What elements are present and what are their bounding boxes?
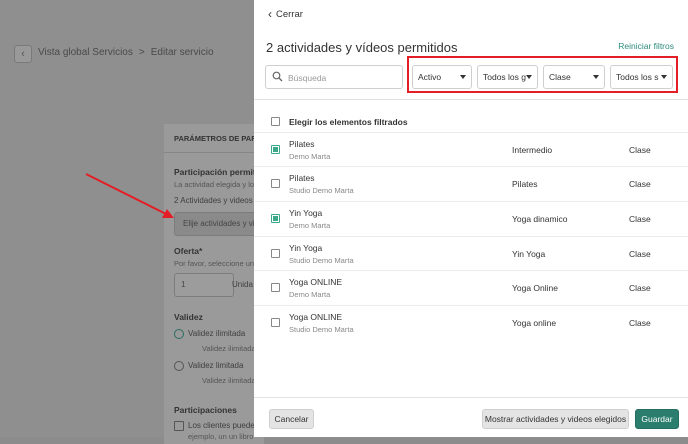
caret-down-icon xyxy=(526,75,532,79)
close-button[interactable]: ‹ Cerrar xyxy=(268,7,303,21)
activity-row[interactable]: Yin Yoga Demo Marta Yoga dinamico Clase xyxy=(254,201,688,236)
activity-name: Pilates xyxy=(289,173,315,183)
activity-type: Clase xyxy=(629,249,651,259)
offer-unit: Unida xyxy=(232,280,253,289)
offer-hint: Por favor, seleccione un xyxy=(174,259,255,268)
cancel-button[interactable]: Cancelar xyxy=(269,409,314,429)
participation-settings-card: PARÁMETROS DE PARTI Participación permit… xyxy=(164,124,294,444)
participations-checkbox[interactable] xyxy=(174,421,184,431)
activity-row[interactable]: Pilates Studio Demo Marta Pilates Clase xyxy=(254,166,688,201)
card-header-title: PARÁMETROS DE PARTI xyxy=(174,134,264,143)
breadcrumb-separator: > xyxy=(138,47,145,58)
activity-studio: Demo Marta xyxy=(289,221,331,230)
header-divider xyxy=(254,99,688,100)
activity-group: Yin Yoga xyxy=(512,249,546,259)
activity-name: Pilates xyxy=(289,139,315,149)
activity-type: Clase xyxy=(629,145,651,155)
activity-group: Yoga Online xyxy=(512,283,559,293)
activity-row[interactable]: Yin Yoga Studio Demo Marta Yin Yoga Clas… xyxy=(254,236,688,271)
activity-type: Clase xyxy=(629,179,651,189)
activity-type: Clase xyxy=(629,214,651,224)
activity-row[interactable]: Pilates Demo Marta Intermedio Clase xyxy=(254,132,688,167)
type-filter-value: Clase xyxy=(549,72,571,82)
group-filter-value: Todos los g xyxy=(483,72,526,82)
reset-filters-link[interactable]: Reiniciar filtros xyxy=(618,41,674,51)
participation-hint: La actividad elegida y lo xyxy=(174,180,255,189)
breadcrumb-item-edit: Editar servicio xyxy=(150,47,214,58)
participation-label: Participación permit xyxy=(174,167,256,177)
activity-type: Clase xyxy=(629,318,651,328)
activity-row[interactable]: Yoga ONLINE Studio Demo Marta Yoga onlin… xyxy=(254,305,688,340)
row-checkbox[interactable] xyxy=(271,318,280,327)
chevron-left-icon: ‹ xyxy=(21,48,25,60)
show-selected-button[interactable]: Mostrar actividades y videos elegidos xyxy=(482,409,629,429)
row-checkbox[interactable] xyxy=(271,145,280,154)
select-all-checkbox[interactable] xyxy=(271,117,280,126)
activity-name: Yoga ONLINE xyxy=(289,312,343,322)
activity-studio: Studio Demo Marta xyxy=(289,186,354,195)
radio-unlimited-sub: Validez ilimitada xyxy=(202,344,256,353)
activity-studio: Studio Demo Marta xyxy=(289,325,354,334)
activities-panel: ‹ Cerrar 2 actividades y vídeos permitido… xyxy=(254,0,688,437)
activity-row[interactable]: Yoga ONLINE Demo Marta Yoga Online Clase xyxy=(254,270,688,305)
offer-label: Oferta* xyxy=(174,246,203,256)
row-checkbox[interactable] xyxy=(271,283,280,292)
offer-quantity-input[interactable]: 1 xyxy=(174,273,234,297)
chevron-left-icon: ‹ xyxy=(268,7,272,21)
search-field[interactable] xyxy=(265,65,403,89)
activity-count: 2 Actividades y videos xyxy=(174,196,253,205)
footer-divider xyxy=(254,397,688,398)
activity-group: Intermedio xyxy=(512,145,553,155)
activity-studio: Demo Marta xyxy=(289,290,331,299)
activity-studio: Studio Demo Marta xyxy=(289,256,354,265)
radio-limited-sub: Validez ilimitada xyxy=(202,376,256,385)
radio-limited[interactable] xyxy=(174,361,184,371)
panel-title: 2 actividades y vídeos permitidos xyxy=(266,40,458,55)
back-button[interactable]: ‹ xyxy=(14,45,32,63)
search-icon xyxy=(272,71,283,82)
select-all-label: Elegir los elementos filtrados xyxy=(289,117,408,127)
caret-down-icon xyxy=(593,75,599,79)
row-checkbox[interactable] xyxy=(271,179,280,188)
activity-studio: Demo Marta xyxy=(289,152,331,161)
radio-unlimited-label: Validez ilimitada xyxy=(188,329,246,338)
studio-filter-value: Todos los s xyxy=(616,72,659,82)
status-filter[interactable]: Activo xyxy=(412,65,472,89)
participations-label: Participaciones xyxy=(174,405,237,415)
close-label: Cerrar xyxy=(276,9,303,20)
breadcrumb-item-services[interactable]: Vista global Servicios xyxy=(38,47,133,58)
activity-name: Yin Yoga xyxy=(289,243,323,253)
activity-name: Yoga ONLINE xyxy=(289,277,343,287)
studio-filter[interactable]: Todos los s xyxy=(610,65,673,89)
caret-down-icon xyxy=(460,75,466,79)
search-input[interactable] xyxy=(286,69,400,87)
participations-text: Los clientes puede xyxy=(188,421,255,430)
row-checkbox[interactable] xyxy=(271,214,280,223)
group-filter[interactable]: Todos los g xyxy=(477,65,538,89)
row-checkbox[interactable] xyxy=(271,249,280,258)
radio-unlimited[interactable] xyxy=(174,329,184,339)
activity-group: Yoga online xyxy=(512,318,557,328)
type-filter[interactable]: Clase xyxy=(543,65,605,89)
activity-type: Clase xyxy=(629,283,651,293)
status-filter-value: Activo xyxy=(418,72,442,82)
caret-down-icon xyxy=(661,75,667,79)
activity-group: Pilates xyxy=(512,179,538,189)
save-button[interactable]: Guardar xyxy=(635,409,679,429)
breadcrumb: Vista global Servicios > Editar servicio xyxy=(38,47,214,58)
radio-limited-label: Validez limitada xyxy=(188,361,244,370)
activity-group: Yoga dinamico xyxy=(512,214,568,224)
validity-label: Validez xyxy=(174,312,203,322)
activity-name: Yin Yoga xyxy=(289,208,323,218)
